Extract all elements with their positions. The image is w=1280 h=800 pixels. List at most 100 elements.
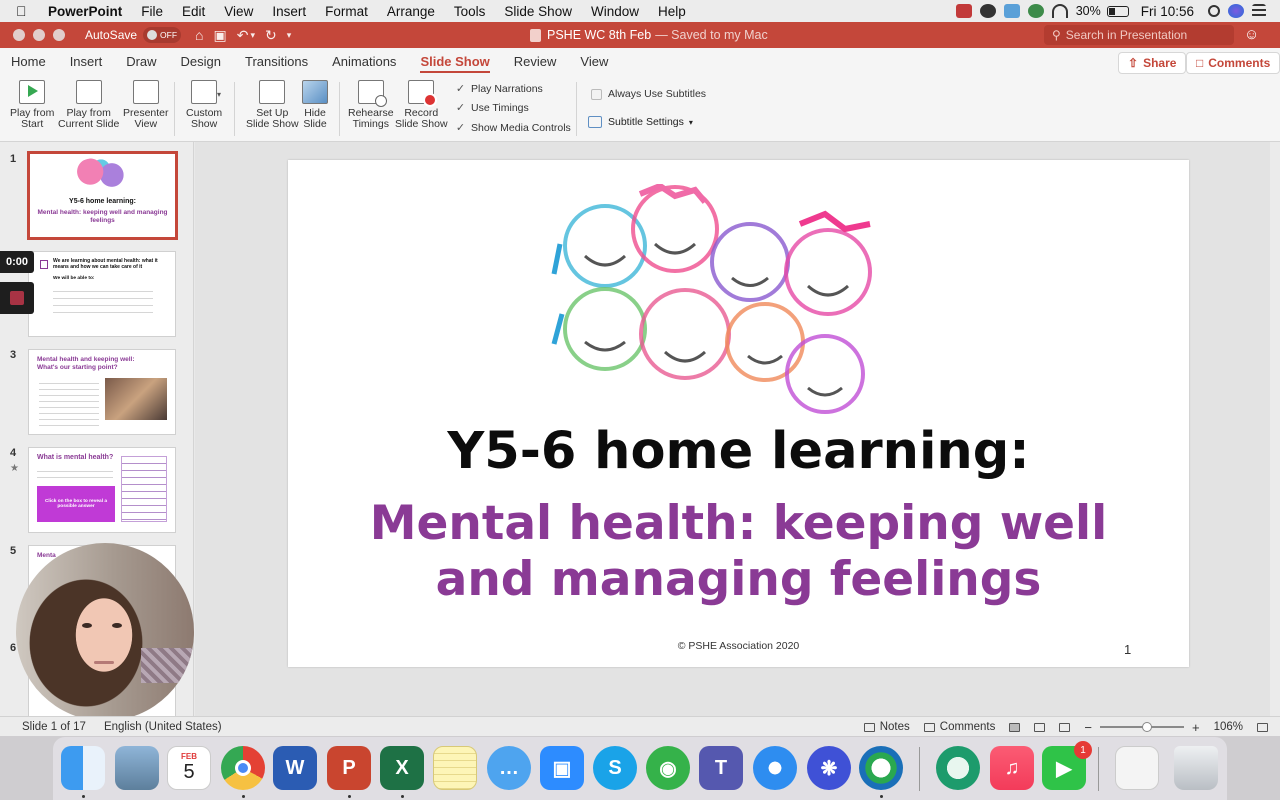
calendar-icon[interactable]: FEB 5 (167, 746, 211, 790)
slide-title[interactable]: Y5-6 home learning: (288, 422, 1189, 481)
siri-icon[interactable] (1228, 4, 1244, 18)
powerpoint-icon[interactable]: P (327, 746, 371, 790)
slide-thumbnail-2[interactable]: We are learning about mental health: wha… (28, 251, 176, 337)
menu-help[interactable]: Help (658, 4, 686, 19)
slide-thumbnail-4[interactable]: What is mental health? Click on the box … (28, 447, 176, 533)
menu-edit[interactable]: Edit (182, 4, 205, 19)
skype-icon[interactable]: S (593, 746, 637, 790)
rehearse-timings-button[interactable]: Rehearse Timings (348, 80, 394, 130)
search-input[interactable]: ⚲ Search in Presentation (1044, 25, 1234, 45)
always-use-subtitles-checkbox[interactable]: Always Use Subtitles (591, 88, 706, 100)
redo-icon[interactable]: ↻ (265, 27, 277, 44)
excel-icon[interactable]: X (380, 746, 424, 790)
apple-icon[interactable]:  (16, 3, 34, 19)
webcam-overlay[interactable] (16, 543, 194, 721)
slide-show-view-icon[interactable] (1059, 722, 1071, 732)
show-media-controls-checkbox[interactable]: ✓ Show Media Controls (455, 122, 571, 134)
custom-show-button[interactable]: Custom Show (186, 80, 222, 130)
minimize-window-button[interactable] (33, 29, 45, 41)
zoom-app-icon[interactable]: ▣ (540, 746, 584, 790)
slide-subtitle[interactable]: Mental health: keeping well and managing… (328, 496, 1149, 608)
tab-insert[interactable]: Insert (58, 48, 115, 76)
close-window-button[interactable] (13, 29, 25, 41)
finder-icon[interactable] (61, 746, 105, 790)
spotlight-search-icon[interactable] (1208, 5, 1220, 17)
zoom-window-button[interactable] (53, 29, 65, 41)
zoom-slider[interactable] (1099, 722, 1184, 732)
slide-thumbnail-3[interactable]: Mental health and keeping well: What's o… (28, 349, 176, 435)
language-indicator[interactable]: English (United States) (104, 721, 222, 733)
presenter-view-button[interactable]: Presenter View (123, 80, 169, 130)
wifi-icon[interactable] (1051, 4, 1068, 18)
undo-dropdown-icon[interactable]: ▾ (250, 30, 255, 41)
battery-icon[interactable] (1106, 5, 1129, 17)
vertical-scrollbar[interactable] (1270, 142, 1280, 716)
recent-document-icon[interactable] (1115, 746, 1159, 790)
dropbox-icon[interactable] (955, 4, 972, 18)
feedback-smiley-icon[interactable]: ☺ (1244, 26, 1259, 43)
tab-design[interactable]: Design (169, 48, 233, 76)
home-icon[interactable]: ⌂ (195, 27, 203, 43)
tab-home[interactable]: Home (0, 48, 58, 76)
tab-review[interactable]: Review (502, 48, 569, 76)
settings-flower-icon[interactable]: ❋ (807, 746, 851, 790)
play-narrations-checkbox[interactable]: ✓ Play Narrations (455, 83, 543, 95)
zoom-slider-thumb[interactable] (1141, 722, 1152, 732)
tab-draw[interactable]: Draw (114, 48, 168, 76)
trash-icon[interactable] (1174, 746, 1218, 790)
music-icon[interactable]: ♫ (990, 746, 1034, 790)
zoom-level[interactable]: 106% (1214, 721, 1243, 733)
menu-file[interactable]: File (141, 4, 163, 19)
menu-tools[interactable]: Tools (454, 4, 486, 19)
notification-center-icon[interactable] (1252, 4, 1266, 18)
tab-view[interactable]: View (568, 48, 620, 76)
camtasia-icon[interactable] (936, 746, 980, 790)
subtitle-settings-button[interactable]: Subtitle Settings ▾ (588, 116, 693, 128)
customize-toolbar-icon[interactable]: ▾ (287, 30, 292, 41)
clock[interactable]: Fri 10:56 (1141, 4, 1194, 19)
menu-insert[interactable]: Insert (272, 4, 306, 19)
menu-format[interactable]: Format (325, 4, 368, 19)
hide-slide-button[interactable]: Hide Slide (302, 80, 328, 130)
slide-thumbnail-1[interactable]: Y5-6 home learning: Mental health: keepi… (27, 151, 178, 240)
use-timings-checkbox[interactable]: ✓ Use Timings (455, 102, 529, 114)
normal-view-icon[interactable] (1009, 722, 1021, 732)
safari-icon[interactable] (753, 746, 797, 790)
zoom-in-icon[interactable]: + (1192, 720, 1200, 735)
notes-app-icon[interactable] (433, 746, 477, 790)
menu-view[interactable]: View (224, 4, 253, 19)
menu-window[interactable]: Window (591, 4, 639, 19)
teams-icon[interactable]: T (699, 746, 743, 790)
comments-button[interactable]: □ Comments (1186, 52, 1280, 74)
custom-show-dropdown-icon[interactable]: ▾ (217, 90, 221, 99)
chrome-icon[interactable] (221, 746, 265, 790)
current-slide[interactable]: Y5-6 home learning: Mental health: keepi… (288, 160, 1189, 667)
stop-recording-button[interactable] (0, 282, 34, 314)
fit-slide-icon[interactable] (1257, 722, 1268, 732)
network-app-icon[interactable] (859, 746, 903, 790)
comments-pane-button[interactable]: Comments (923, 721, 995, 733)
gear-icon[interactable] (979, 4, 996, 18)
undo-icon[interactable]: ↶ (237, 27, 249, 44)
globe-icon[interactable] (1027, 4, 1044, 18)
notes-button[interactable]: Notes (863, 721, 910, 733)
slide-sorter-icon[interactable] (1034, 722, 1046, 732)
autosave-toggle[interactable]: OFF (143, 27, 182, 43)
find-my-icon[interactable]: ◉ (646, 746, 690, 790)
tab-slide-show[interactable]: Slide Show (408, 48, 501, 76)
zoom-out-icon[interactable]: − (1084, 720, 1092, 735)
messages-icon[interactable]: … (487, 746, 531, 790)
play-from-start-button[interactable]: Play from Start (10, 80, 54, 130)
record-slide-show-button[interactable]: Record Slide Show (395, 80, 448, 130)
menu-app-name[interactable]: PowerPoint (48, 4, 122, 19)
word-icon[interactable]: W (273, 746, 317, 790)
preview-icon[interactable] (115, 746, 159, 790)
share-button[interactable]: ⇧ Share (1118, 52, 1187, 74)
menu-arrange[interactable]: Arrange (387, 4, 435, 19)
tab-animations[interactable]: Animations (320, 48, 408, 76)
save-icon[interactable]: ▣ (214, 27, 227, 44)
set-up-slide-show-button[interactable]: Set Up Slide Show (246, 80, 299, 130)
tab-transitions[interactable]: Transitions (233, 48, 320, 76)
play-from-current-button[interactable]: Play from Current Slide (58, 80, 119, 130)
screen-share-icon[interactable] (1003, 4, 1020, 18)
